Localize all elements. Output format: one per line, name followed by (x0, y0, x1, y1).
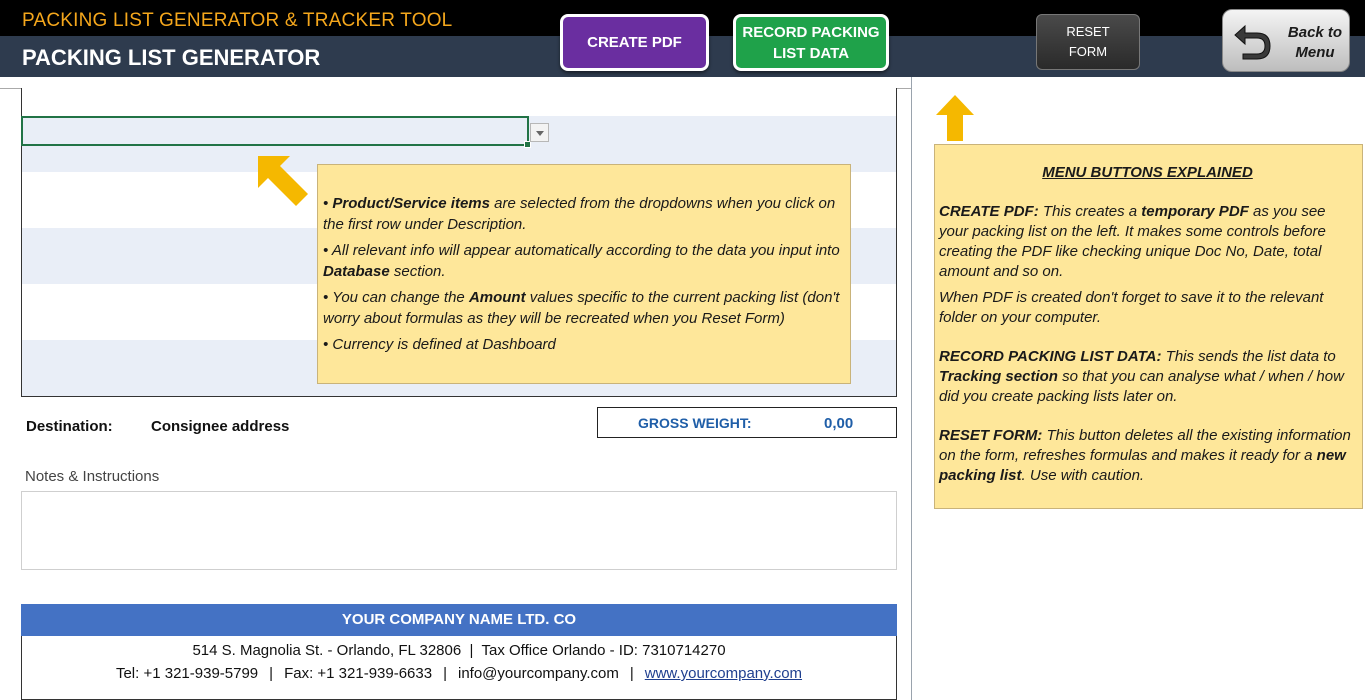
help-create-pdf: CREATE PDF: This creates a temporary PDF… (939, 202, 1356, 282)
back-label-line1: Back to (1287, 24, 1343, 41)
contact-separator: | (269, 665, 274, 682)
back-label-line2: Menu (1295, 44, 1335, 61)
contact-separator: | (629, 665, 634, 682)
record-label: RECORD PACKING LIST DATA (742, 22, 879, 64)
menu-buttons-help: MENU BUTTONS EXPLAINED CREATE PDF: This … (934, 144, 1363, 509)
help-create-pdf-label: CREATE PDF: (939, 203, 1039, 220)
help-create-pdf-bold: temporary PDF (1141, 203, 1249, 220)
help-reset: RESET FORM: This button deletes all the … (939, 426, 1356, 486)
help-bullet-3: • You can change the Amount values speci… (323, 289, 840, 327)
help-reset-label: RESET FORM: (939, 427, 1043, 444)
page-title: PACKING LIST GENERATOR (22, 45, 321, 70)
reset-label: RESET FORM (1066, 22, 1109, 62)
help-bullet-2: • All relevant info will appear automati… (323, 242, 840, 280)
help-bullet-2-bold: Database (323, 263, 390, 280)
description-dropdown[interactable] (530, 123, 549, 142)
company-contacts: Tel: +1 321-939-5799 | Fax: +1 321-939-663… (22, 665, 896, 682)
help-create-pdf-save: When PDF is created don't forget to save… (939, 289, 1324, 326)
help-record-label: RECORD PACKING LIST DATA: (939, 348, 1162, 365)
gross-weight-value: 0,00 (824, 415, 854, 432)
company-address: 514 S. Magnolia St. - Orlando, FL 32806 … (192, 642, 726, 659)
help-bullet-4: • Currency is defined at Dashboard (323, 336, 556, 353)
notes-label: Notes & Instructions (25, 468, 160, 485)
notes-input[interactable] (21, 491, 897, 570)
company-fax: Fax: +1 321-939-6633 (284, 665, 433, 682)
arrow-up-icon (936, 95, 974, 141)
back-label: Back to Menu (1285, 23, 1345, 63)
app-header: PACKING LIST GENERATOR & TRACKER TOOL PA… (0, 0, 1365, 77)
record-label-line1: RECORD PACKING (742, 23, 880, 41)
panel-divider (911, 77, 912, 700)
chevron-down-icon (536, 131, 544, 136)
create-pdf-button[interactable]: CREATE PDF (560, 14, 709, 71)
help-record: RECORD PACKING LIST DATA: This sends the… (939, 347, 1356, 407)
reset-label-line2: FORM (1068, 44, 1108, 59)
back-to-menu-button[interactable]: Back to Menu (1222, 9, 1350, 72)
record-packing-list-button[interactable]: RECORD PACKING LIST DATA (733, 14, 889, 71)
help-record-text: This sends the list data to (1161, 348, 1336, 365)
u-turn-arrow-icon (1234, 24, 1271, 60)
create-pdf-label: CREATE PDF (587, 34, 682, 51)
gross-weight-box: GROSS WEIGHT: 0,00 (597, 407, 897, 438)
help-bullet-1: • Product/Service items are selected fro… (323, 195, 836, 233)
record-label-line2: LIST DATA (772, 44, 850, 62)
help-reset-tail: . Use with caution. (1021, 467, 1145, 484)
help-record-bold: Tracking section (939, 368, 1058, 385)
contact-separator: | (443, 665, 447, 682)
app-title: PACKING LIST GENERATOR & TRACKER TOOL (22, 10, 453, 31)
items-help-note: • Product/Service items are selected fro… (317, 164, 851, 384)
destination-label: Destination: (26, 418, 113, 435)
help-bullet-2-text: All relevant info will appear automatica… (331, 242, 840, 259)
company-tel: Tel: +1 321-939-5799 (115, 665, 259, 682)
help-create-pdf-text: This creates a (1038, 203, 1142, 220)
reset-form-button[interactable]: RESET FORM (1036, 14, 1140, 70)
company-website-link[interactable]: www.yourcompany.com (645, 665, 802, 682)
company-info: 514 S. Magnolia St. - Orlando, FL 32806 … (21, 636, 897, 700)
destination-value[interactable]: Consignee address (151, 418, 289, 435)
description-cell-selected[interactable] (21, 116, 531, 148)
gross-weight-label: GROSS WEIGHT: (638, 415, 752, 431)
help-bullet-3-bold: Amount (468, 289, 526, 306)
help-bullet-2-tail: section. (389, 263, 446, 280)
help-bullet-1-bold: Product/Service items (332, 195, 490, 212)
company-name-bar: YOUR COMPANY NAME LTD. CO (21, 604, 897, 636)
help-bullet-3-text: You can change the (332, 289, 469, 306)
reset-label-line1: RESET (1066, 24, 1110, 39)
company-email: info@yourcompany.com (458, 665, 619, 682)
help-title: MENU BUTTONS EXPLAINED (1042, 164, 1253, 181)
arrow-up-left-icon (258, 156, 308, 206)
help-bullet-4-text: Currency is defined at Dashboard (332, 336, 556, 353)
